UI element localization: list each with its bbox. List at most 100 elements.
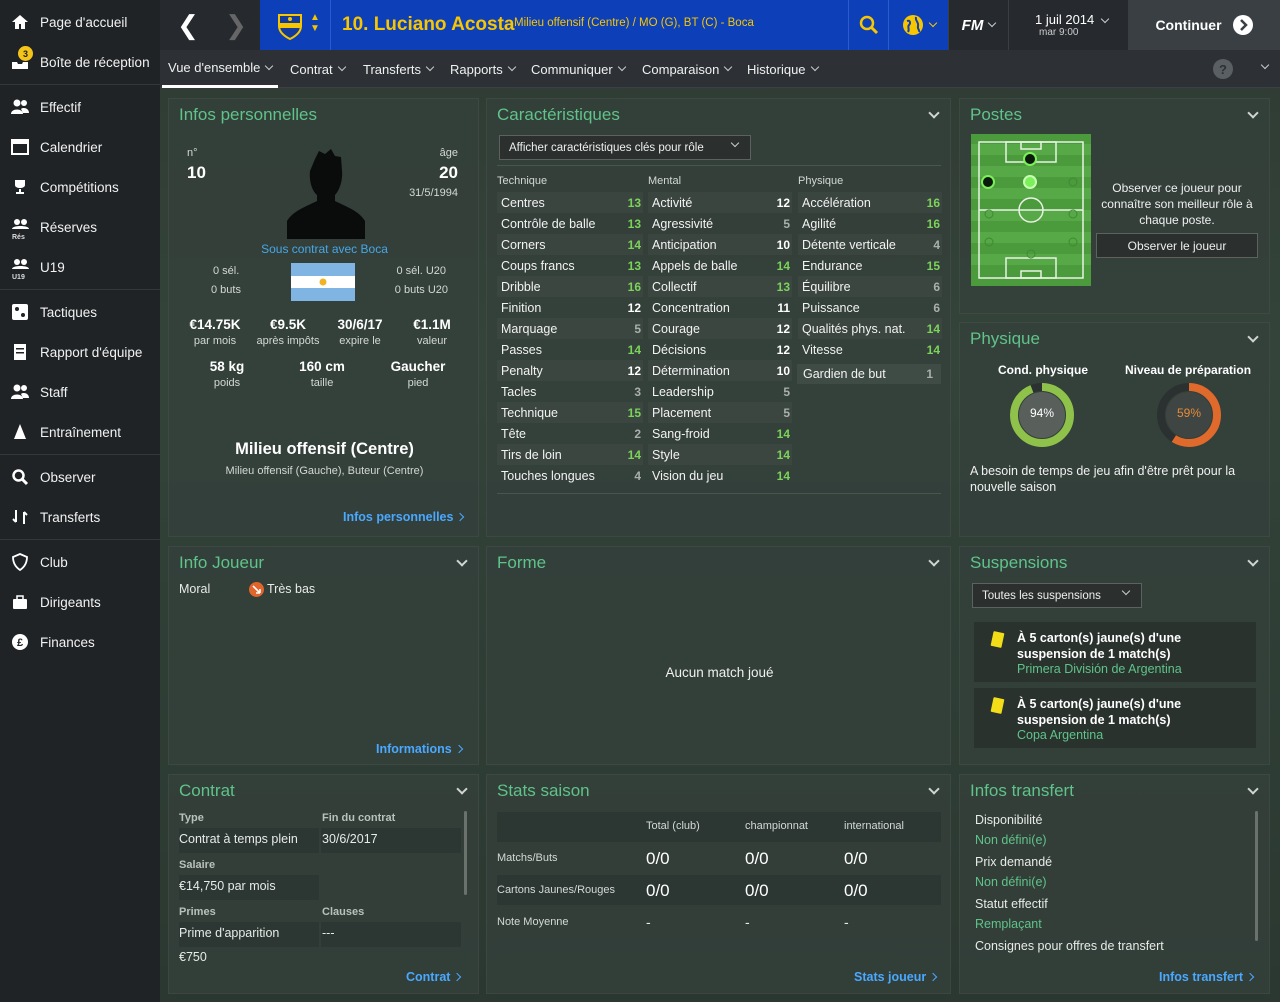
sidebar-item-reserves[interactable]: Rés Réserves bbox=[0, 207, 160, 247]
panel-menu-chevron-icon[interactable] bbox=[1247, 107, 1259, 119]
attribute-row: Vision du jeu 14 bbox=[652, 468, 790, 483]
board-icon bbox=[10, 592, 30, 612]
sidebar-item-staff[interactable]: Staff bbox=[0, 372, 160, 412]
search-icon bbox=[859, 15, 878, 35]
forward-button[interactable]: ❯ bbox=[212, 0, 260, 50]
availability-value[interactable]: Non défini(e) bbox=[975, 833, 1047, 847]
contract-with-club[interactable]: Sous contrat avec Boca bbox=[169, 242, 480, 256]
panel-menu-chevron-icon[interactable] bbox=[928, 783, 940, 795]
tab-contract[interactable]: Contrat bbox=[290, 50, 346, 88]
sidebar-item-transfers[interactable]: Transferts bbox=[0, 497, 160, 537]
form-empty-message: Aucun match joué bbox=[665, 665, 774, 680]
sidebar-item-u19[interactable]: U19 U19 bbox=[0, 247, 160, 287]
attribute-row: Placement 5 bbox=[648, 402, 792, 423]
fm-menu-button[interactable]: FM bbox=[948, 0, 1008, 50]
world-button[interactable] bbox=[888, 0, 948, 50]
attribute-row: Accélération 16 bbox=[798, 192, 942, 213]
sidebar-item-board[interactable]: Dirigeants bbox=[0, 582, 160, 622]
tab-bar: Vue d'ensemble Contrat Transferts Rappor… bbox=[160, 50, 1280, 88]
tab-communicate[interactable]: Communiquer bbox=[531, 50, 626, 88]
back-button[interactable]: ❮ bbox=[164, 0, 212, 50]
attribute-row: Sang-froid 14 bbox=[652, 426, 790, 441]
panel-menu-chevron-icon[interactable] bbox=[1247, 555, 1259, 567]
tab-comparison[interactable]: Comparaison bbox=[642, 50, 733, 88]
date-display[interactable]: 1 juil 2014 mar 9:00 bbox=[1008, 0, 1128, 50]
attribute-row: Touches longues 4 bbox=[501, 468, 641, 483]
switch-player-chevrons[interactable]: ▲ ▼ bbox=[310, 12, 320, 34]
globe-icon bbox=[902, 15, 923, 35]
player-info-panel: Info Joueur Moral Très bas Informations bbox=[168, 546, 479, 765]
scout-icon bbox=[10, 467, 30, 487]
transfer-scrollbar[interactable] bbox=[1255, 811, 1258, 941]
panel-menu-chevron-icon[interactable] bbox=[1247, 331, 1259, 343]
scout-player-button[interactable]: Observer le joueur bbox=[1096, 233, 1258, 258]
panel-menu-chevron-icon[interactable] bbox=[928, 107, 940, 119]
panel-menu-chevron-icon[interactable] bbox=[456, 783, 468, 795]
clauses: --- bbox=[322, 926, 335, 940]
yellow-card-icon bbox=[990, 631, 1005, 648]
contract-scrollbar[interactable] bbox=[464, 811, 467, 895]
tab-transfers[interactable]: Transferts bbox=[363, 50, 435, 88]
attribute-row: Détermination 10 bbox=[648, 360, 792, 381]
role-attributes-dropdown[interactable]: Afficher caractéristiques clés pour rôle bbox=[499, 135, 751, 160]
morale-very-low-icon bbox=[249, 582, 264, 597]
player-subtitle: Milieu offensif (Centre) / MO (G), BT (C… bbox=[514, 17, 754, 29]
attribute-row: Appels de balle 14 bbox=[652, 258, 790, 273]
sidebar-item-competitions[interactable]: Compétitions bbox=[0, 167, 160, 207]
other-positions: Milieu offensif (Gauche), Buteur (Centre… bbox=[225, 465, 424, 477]
attribute-row: Agilité 16 bbox=[802, 216, 940, 231]
attribute-row: Penalty 12 bbox=[497, 360, 643, 381]
sidebar-item-scout[interactable]: Observer bbox=[0, 457, 160, 497]
sidebar-item-home[interactable]: Page d'accueil bbox=[0, 2, 160, 42]
salary: €14,750 par mois bbox=[179, 879, 276, 893]
attribute-row: Activité 12 bbox=[648, 192, 792, 213]
tabs-more-chevron-icon[interactable] bbox=[1260, 60, 1270, 70]
sidebar-item-team-report[interactable]: Rapport d'équipe bbox=[0, 332, 160, 372]
continue-button[interactable]: Continuer bbox=[1128, 0, 1280, 50]
attribute-row: Vitesse 14 bbox=[802, 342, 940, 357]
attribute-row: Corners 14 bbox=[497, 234, 643, 255]
tab-history[interactable]: Historique bbox=[747, 50, 819, 88]
contract-panel: Contrat Type Contrat à temps plein Fin d… bbox=[168, 774, 479, 994]
attribute-row: Concentration 11 bbox=[652, 300, 790, 315]
attribute-row: Leadership 5 bbox=[652, 384, 790, 399]
personal-info-panel: Infos personnelles n° 10 âge 20 31/5/199… bbox=[168, 98, 479, 537]
finances-icon: £ bbox=[10, 632, 30, 652]
squad-status-value[interactable]: Remplaçant bbox=[975, 917, 1042, 931]
sidebar-item-finances[interactable]: £ Finances bbox=[0, 622, 160, 662]
suspension-item: À 5 carton(s) jaune(s) d'une suspension … bbox=[974, 688, 1256, 748]
attribute-row: Tirs de loin 14 bbox=[497, 444, 643, 465]
sidebar-item-tactics[interactable]: Tactiques bbox=[0, 292, 160, 332]
panel-title: Infos personnelles bbox=[179, 105, 317, 124]
help-icon[interactable]: ? bbox=[1213, 59, 1233, 79]
transfer-offer-instructions[interactable]: Consignes pour offres de transfert bbox=[975, 939, 1164, 953]
attribute-row: Détente verticale 4 bbox=[798, 234, 942, 255]
player-stats-link[interactable]: Stats joueur bbox=[854, 970, 936, 984]
player-silhouette-icon bbox=[287, 145, 365, 242]
personal-info-link[interactable]: Infos personnelles bbox=[343, 510, 463, 524]
panel-menu-chevron-icon[interactable] bbox=[1247, 783, 1259, 795]
sidebar-item-squad[interactable]: Effectif bbox=[0, 87, 160, 127]
information-link[interactable]: Informations bbox=[376, 742, 462, 756]
top-bar: ❮ ❯ ▲ ▼ 10. Luciano Acosta Milieu offensi… bbox=[160, 0, 1280, 50]
contract-link[interactable]: Contrat bbox=[406, 970, 460, 984]
sidebar-item-calendar[interactable]: Calendrier bbox=[0, 127, 160, 167]
squad-icon bbox=[10, 97, 30, 117]
asking-price-value[interactable]: Non défini(e) bbox=[975, 875, 1047, 889]
suspensions-filter-dropdown[interactable]: Toutes les suspensions bbox=[972, 583, 1142, 608]
sidebar-item-club[interactable]: Club bbox=[0, 542, 160, 582]
search-button[interactable] bbox=[848, 0, 888, 50]
arrow-right-circle-icon bbox=[1232, 15, 1253, 35]
tab-reports[interactable]: Rapports bbox=[450, 50, 516, 88]
sidebar-item-training[interactable]: Entraînement bbox=[0, 412, 160, 452]
positions-hint: Observer ce joueur pour connaître son me… bbox=[1101, 181, 1253, 227]
tab-overview[interactable]: Vue d'ensemble bbox=[162, 50, 279, 88]
sidebar-item-inbox[interactable]: 3 Boîte de réception bbox=[0, 42, 160, 82]
staff-icon bbox=[10, 382, 30, 402]
panel-menu-chevron-icon[interactable] bbox=[928, 555, 940, 567]
panel-menu-chevron-icon[interactable] bbox=[456, 555, 468, 567]
transfers-icon bbox=[10, 507, 30, 527]
form-panel: Forme Aucun match joué bbox=[486, 546, 951, 765]
home-icon bbox=[10, 12, 30, 32]
transfer-info-link[interactable]: Infos transfert bbox=[1159, 970, 1253, 984]
